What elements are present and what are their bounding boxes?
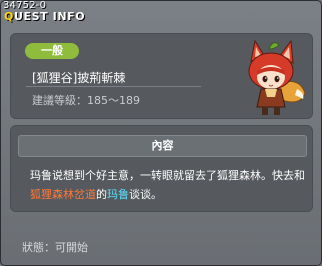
- quest-category-tag: 一般: [25, 43, 79, 59]
- level-label: 建議等級：: [32, 94, 87, 107]
- quest-status: 狀態：可開始: [22, 239, 88, 255]
- window-title: QUEST INFO: [4, 10, 85, 23]
- title-text: UEST INFO: [13, 10, 86, 23]
- quest-description: 玛鲁说想到个好主意，一转眼就留去了狐狸森林。快去和狐狸森林岔道的玛鲁谈谈。: [30, 166, 305, 204]
- place-link[interactable]: 狐狸森林岔道: [30, 188, 96, 201]
- quest-summary-panel: 一般 [狐狸谷]披荊斬棘 建議等級：185～189: [10, 33, 313, 119]
- status-label: 狀態：: [22, 241, 55, 254]
- description-text: 玛鲁说想到个好主意，一转眼就留去了狐狸森林。快去和: [30, 169, 305, 182]
- content-header: 內容: [18, 135, 307, 157]
- title-accent-letter: Q: [4, 10, 14, 23]
- npc-portrait-icon: [248, 39, 306, 115]
- quest-name: [狐狸谷]披荊斬棘: [32, 71, 126, 85]
- level-range: 185～189: [87, 94, 140, 107]
- quest-info-window: 34752-0 QUEST INFO 一般 [狐狸谷]披荊斬棘 建議等級：185…: [0, 0, 322, 266]
- title-bar[interactable]: 34752-0 QUEST INFO: [1, 1, 321, 31]
- description-text: 的: [96, 188, 107, 201]
- status-value: 可開始: [55, 241, 88, 254]
- description-text: 谈谈。: [129, 188, 162, 201]
- npc-link[interactable]: 玛鲁: [107, 188, 129, 201]
- divider: [26, 86, 201, 87]
- recommended-level: 建議等級：185～189: [32, 92, 140, 108]
- quest-content-panel: 內容 玛鲁说想到个好主意，一转眼就留去了狐狸森林。快去和狐狸森林岔道的玛鲁谈谈。: [10, 125, 313, 212]
